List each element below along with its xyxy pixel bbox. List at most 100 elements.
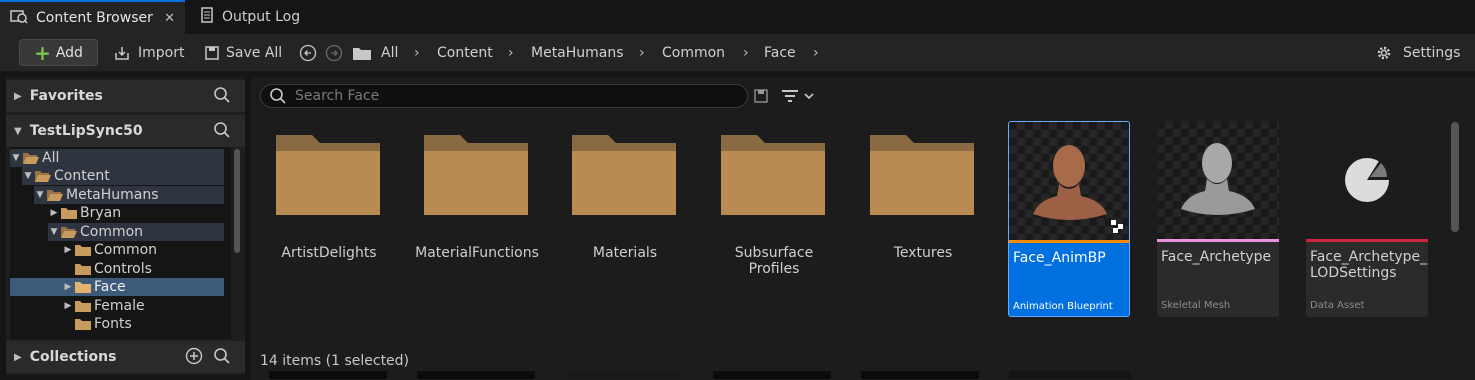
anim-bp-badge-icon (1111, 220, 1123, 233)
folder-icon (721, 135, 825, 215)
folder-open-icon (23, 152, 39, 164)
asset-type: Animation Blueprint (1013, 301, 1113, 312)
asset-tile-partial[interactable] (713, 371, 831, 379)
save-icon (205, 46, 219, 60)
chevron-right-icon[interactable]: › (414, 34, 420, 72)
chevron-down-icon: ▼ (36, 190, 44, 200)
breadcrumb-all[interactable]: All (381, 34, 398, 72)
folder-open-icon (61, 226, 77, 238)
back-button[interactable] (299, 34, 317, 72)
import-icon (115, 47, 129, 60)
search-icon[interactable] (213, 86, 231, 108)
folder-browse-button[interactable] (352, 34, 372, 72)
search-icon[interactable] (213, 121, 231, 143)
tree-item-all[interactable]: ▼ All (10, 149, 224, 167)
close-icon[interactable]: ✕ (164, 11, 175, 26)
import-button[interactable]: Import (114, 34, 184, 72)
output-log-icon (200, 7, 214, 27)
chevron-right-icon: ▶ (14, 351, 22, 363)
chevron-right-icon: ▶ (64, 245, 72, 255)
breadcrumb-content[interactable]: Content (437, 34, 493, 72)
folder-icon (75, 300, 91, 312)
tree-item-metahumans[interactable]: ▼ MetaHumans (34, 186, 224, 204)
settings-button[interactable]: Settings (1375, 34, 1460, 72)
filter-button[interactable] (781, 87, 821, 109)
chevron-right-icon[interactable]: › (508, 34, 514, 72)
breadcrumb-face[interactable]: Face (764, 34, 796, 72)
chevron-down-icon: ▼ (24, 171, 32, 181)
save-search-icon[interactable] (754, 89, 768, 107)
asset-name: Face_Archetype_ LODSettings (1310, 249, 1428, 281)
tab-content-browser[interactable]: Content Browser ✕ (0, 0, 185, 34)
folder-icon (353, 48, 371, 60)
breadcrumb-common[interactable]: Common (662, 34, 725, 72)
search-icon[interactable] (213, 347, 231, 369)
project-label: TestLipSync50 (29, 123, 143, 139)
asset-tile-partial[interactable] (565, 371, 683, 379)
folder-tile[interactable]: Subsurface Profiles (709, 117, 839, 277)
asset-name: Face_AnimBP (1013, 250, 1106, 266)
project-header[interactable]: ▼ TestLipSync50 (6, 115, 245, 147)
folder-tile[interactable]: Textures (858, 117, 988, 277)
folder-tile[interactable]: Materials (560, 117, 690, 277)
tree-item-content[interactable]: ▼ Content (22, 167, 224, 185)
chevron-right-icon[interactable]: › (813, 34, 819, 72)
tree-item-common-sub[interactable]: ▶ Common (62, 241, 224, 259)
folder-tile[interactable]: MaterialFunctions (412, 117, 542, 277)
asset-tile-selected[interactable]: Face_AnimBP Animation Blueprint (1008, 121, 1130, 317)
asset-thumbnail (1009, 122, 1129, 240)
settings-label: Settings (1403, 45, 1461, 61)
toolbar: + Add Import Save All All › Content › Me… (0, 34, 1475, 72)
asset-tile[interactable]: Face_Archetype_ LODSettings Data Asset (1306, 121, 1428, 317)
save-all-button[interactable]: Save All (204, 34, 282, 72)
asset-tile-partial[interactable] (417, 371, 535, 379)
add-circle-icon[interactable] (185, 347, 203, 369)
folder-icon (75, 318, 91, 330)
tree-label: Bryan (80, 205, 122, 221)
chevron-right-icon[interactable]: › (743, 34, 749, 72)
chevron-down-icon: ▼ (50, 227, 58, 237)
status-text: 14 items (1 selected) (260, 353, 410, 369)
tree-item-common[interactable]: ▼ Common (48, 223, 224, 241)
chevron-right-icon: ▶ (50, 208, 58, 218)
asset-grid: ArtistDelights MaterialFunctions Materia… (251, 117, 1475, 379)
asset-tile-partial[interactable] (269, 371, 387, 379)
asset-tile-partial[interactable] (861, 371, 979, 379)
tree-item-female[interactable]: ▶ Female (62, 297, 224, 315)
tree-item-bryan[interactable]: ▶ Bryan (48, 204, 224, 222)
asset-type-bar (1009, 240, 1129, 243)
tree-label: Female (94, 298, 145, 314)
chevron-right-icon[interactable]: › (639, 34, 645, 72)
asset-tile[interactable]: Face_Archetype Skeletal Mesh (1157, 121, 1279, 317)
asset-tile-partial[interactable] (1009, 371, 1131, 379)
tree-label: Content (54, 168, 110, 184)
tree-scrollbar[interactable] (234, 149, 240, 253)
tree-label: All (42, 150, 60, 166)
asset-scrollbar[interactable] (1451, 122, 1459, 232)
tree-item-face[interactable]: ▶ Face (10, 278, 224, 296)
tree-item-controls[interactable]: Controls (62, 260, 224, 278)
asset-thumbnail (1157, 121, 1279, 239)
asset-type-bar (1157, 239, 1279, 242)
add-button[interactable]: + Add (19, 39, 98, 66)
content-browser-icon (10, 8, 28, 28)
folder-icon (75, 263, 91, 275)
search-input[interactable]: Search Face (260, 84, 748, 108)
folder-name: Textures (893, 245, 953, 261)
tab-output-log[interactable]: Output Log (190, 0, 320, 34)
collections-header[interactable]: ▶ Collections (6, 341, 245, 373)
favorites-label: Favorites (29, 88, 103, 104)
tree-label: Fonts (94, 316, 132, 332)
breadcrumb-metahumans[interactable]: MetaHumans (531, 34, 624, 72)
folder-icon (870, 135, 974, 215)
favorites-header[interactable]: ▶ Favorites (6, 80, 245, 112)
chevron-right-icon: ▶ (14, 90, 22, 102)
forward-arrow-icon (325, 44, 343, 62)
tree-item-fonts[interactable]: Fonts (62, 315, 224, 333)
chevron-down-icon: ▼ (12, 153, 20, 163)
head-bust-icon (1181, 143, 1255, 215)
folder-open-icon (35, 170, 51, 182)
folder-tile[interactable]: ArtistDelights (264, 117, 394, 277)
forward-button[interactable] (325, 34, 343, 72)
tab-label: Output Log (222, 9, 301, 25)
